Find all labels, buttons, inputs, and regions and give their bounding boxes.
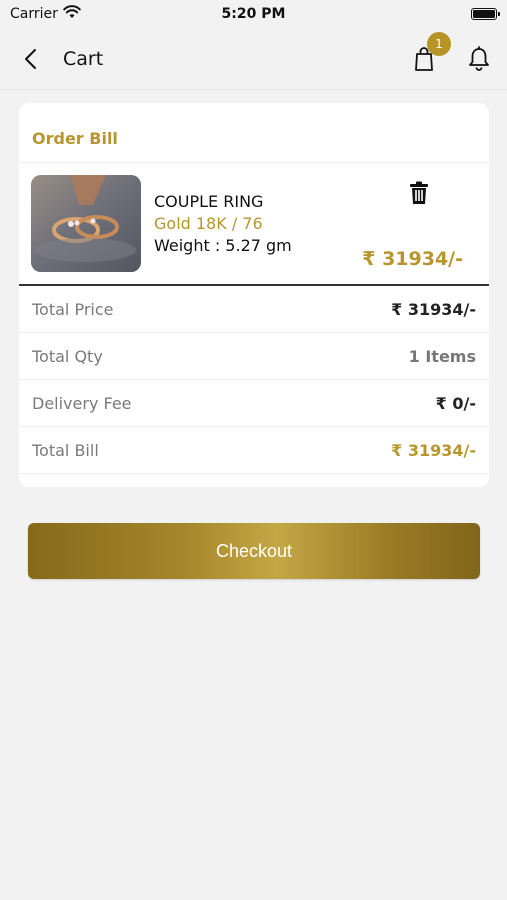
summary-label: Total Price bbox=[32, 299, 114, 319]
summary-value: ₹ 0/- bbox=[435, 393, 476, 413]
summary-label: Total Bill bbox=[32, 440, 99, 460]
summary-value: ₹ 31934/- bbox=[391, 440, 476, 460]
summary-label: Delivery Fee bbox=[32, 393, 132, 413]
notifications-button[interactable] bbox=[466, 44, 492, 74]
chevron-left-icon bbox=[25, 49, 36, 69]
carrier-label: Carrier bbox=[10, 6, 58, 22]
summary-value: 1 Items bbox=[408, 346, 476, 366]
product-price: ₹ 31934/- bbox=[362, 248, 463, 270]
cart-count-badge: 1 bbox=[427, 32, 451, 56]
order-bill-card: Order Bill COUPLE RING Gold 18K / 76 Wei… bbox=[19, 103, 489, 487]
bell-icon bbox=[469, 46, 489, 71]
order-bill-title: Order Bill bbox=[32, 129, 118, 148]
summary-row-delivery-fee: Delivery Fee ₹ 0/- bbox=[19, 380, 489, 427]
page-title: Cart bbox=[63, 48, 104, 70]
status-bar: Carrier 5:20 PM bbox=[0, 0, 507, 28]
checkout-button[interactable]: Checkout bbox=[28, 523, 480, 579]
app-header: Cart 1 bbox=[0, 28, 507, 90]
product-name: COUPLE RING bbox=[154, 192, 264, 211]
wifi-icon bbox=[63, 5, 81, 23]
trash-icon bbox=[410, 181, 428, 204]
product-variant: Gold 18K / 76 bbox=[154, 214, 263, 233]
summary-value: ₹ 31934/- bbox=[391, 299, 476, 319]
battery-icon bbox=[471, 8, 500, 20]
product-image[interactable] bbox=[31, 175, 141, 272]
summary-label: Total Qty bbox=[32, 346, 103, 366]
status-left: Carrier bbox=[10, 5, 81, 23]
delete-item-button[interactable] bbox=[407, 180, 431, 206]
back-button[interactable] bbox=[18, 46, 42, 72]
divider bbox=[19, 162, 489, 163]
summary-row-total-qty: Total Qty 1 Items bbox=[19, 333, 489, 380]
product-weight: Weight : 5.27 gm bbox=[154, 236, 292, 255]
summary-row-total-price: Total Price ₹ 31934/- bbox=[19, 286, 489, 333]
summary-row-total-bill: Total Bill ₹ 31934/- bbox=[19, 427, 489, 474]
